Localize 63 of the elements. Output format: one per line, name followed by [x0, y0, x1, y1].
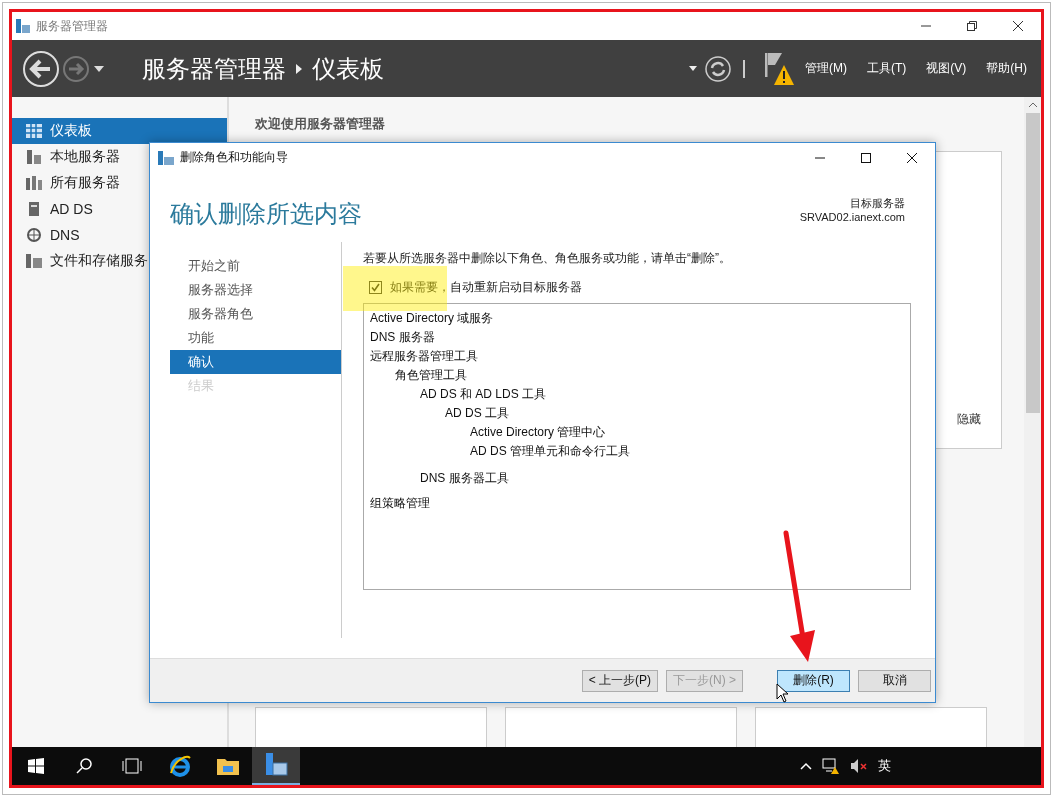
chevron-icon	[296, 63, 302, 74]
globe-icon	[26, 228, 42, 242]
window-title: 服务器管理器	[36, 17, 108, 35]
dialog-title: 删除角色和功能向导	[180, 149, 288, 166]
target-server-name: SRVAD02.ianext.com	[799, 211, 905, 223]
list-item: DNS 服务器工具	[419, 470, 510, 487]
restore-icon	[967, 21, 977, 31]
flag-warning-icon[interactable]	[765, 50, 795, 87]
storage-icon	[26, 254, 42, 268]
list-item: Active Directory 管理中心	[469, 424, 607, 441]
task-view-icon	[122, 758, 142, 774]
target-server-label: 目标服务器	[850, 196, 905, 211]
list-item: 远程服务器管理工具	[370, 348, 479, 365]
directory-icon	[26, 202, 42, 216]
sidebar-item[interactable]: 所有服务器	[12, 170, 227, 196]
network-warning-icon[interactable]	[822, 758, 840, 774]
list-item: DNS 服务器	[370, 329, 436, 346]
server-icon	[26, 150, 42, 164]
close-icon	[1013, 21, 1023, 31]
wizard-step[interactable]: 开始之前	[170, 254, 341, 278]
menu-item[interactable]: 工具(T)	[867, 60, 907, 77]
sidebar-item[interactable]: 仪表板	[12, 118, 227, 144]
server-manager-icon[interactable]	[252, 747, 300, 785]
list-item: AD DS 和 AD LDS 工具	[419, 386, 548, 403]
wizard-step[interactable]: 确认	[170, 350, 341, 374]
language-indicator[interactable]: 英	[878, 757, 891, 775]
checkbox-label: 如果需要，自动重新启动目标服务器	[390, 279, 582, 296]
breadcrumb-item: 仪表板	[312, 53, 384, 84]
windows-logo-icon	[28, 758, 44, 774]
breadcrumb-item: 服务器管理器	[142, 53, 286, 84]
wizard-step[interactable]: 服务器角色	[170, 302, 341, 326]
hide-link[interactable]: 隐藏	[957, 411, 981, 428]
wizard-step[interactable]: 服务器选择	[170, 278, 341, 302]
checkbox[interactable]	[369, 281, 382, 294]
servers-icon	[26, 176, 42, 190]
wizard-button[interactable]: < 上一步(P)	[581, 669, 658, 692]
wizard-button[interactable]: 删除(R)	[777, 669, 850, 692]
back-button[interactable]	[22, 49, 60, 88]
app-icon	[16, 19, 30, 33]
menu-item[interactable]: 帮助(H)	[986, 60, 1027, 77]
grid-icon	[26, 124, 42, 138]
list-item: AD DS 管理单元和命令行工具	[469, 443, 631, 460]
list-item: AD DS 工具	[444, 405, 510, 422]
maximize-icon	[861, 152, 871, 163]
close-icon	[907, 152, 917, 163]
list-item: 组策略管理	[370, 495, 431, 512]
search-icon	[76, 758, 92, 774]
list-item: Active Directory 域服务	[370, 310, 495, 327]
wizard-step[interactable]: 功能	[170, 326, 341, 350]
menu-item[interactable]: 视图(V)	[926, 60, 967, 77]
list-item: 角色管理工具	[394, 367, 468, 384]
speaker-muted-icon[interactable]	[850, 758, 868, 774]
welcome-title: 欢迎使用服务器管理器	[255, 115, 386, 133]
caret-icon[interactable]	[94, 65, 104, 72]
separator-icon	[743, 59, 745, 78]
wizard-button[interactable]: 取消	[858, 669, 931, 692]
page-heading: 确认删除所选内容	[170, 199, 362, 229]
app-icon	[158, 150, 174, 165]
caret-icon[interactable]	[689, 66, 697, 71]
scrollbar[interactable]	[1024, 97, 1041, 747]
refresh-icon[interactable]	[705, 55, 731, 82]
instruction-text: 若要从所选服务器中删除以下角色、角色服务或功能，请单击“删除”。	[363, 250, 732, 267]
menu-item[interactable]: 管理(M)	[805, 60, 847, 77]
